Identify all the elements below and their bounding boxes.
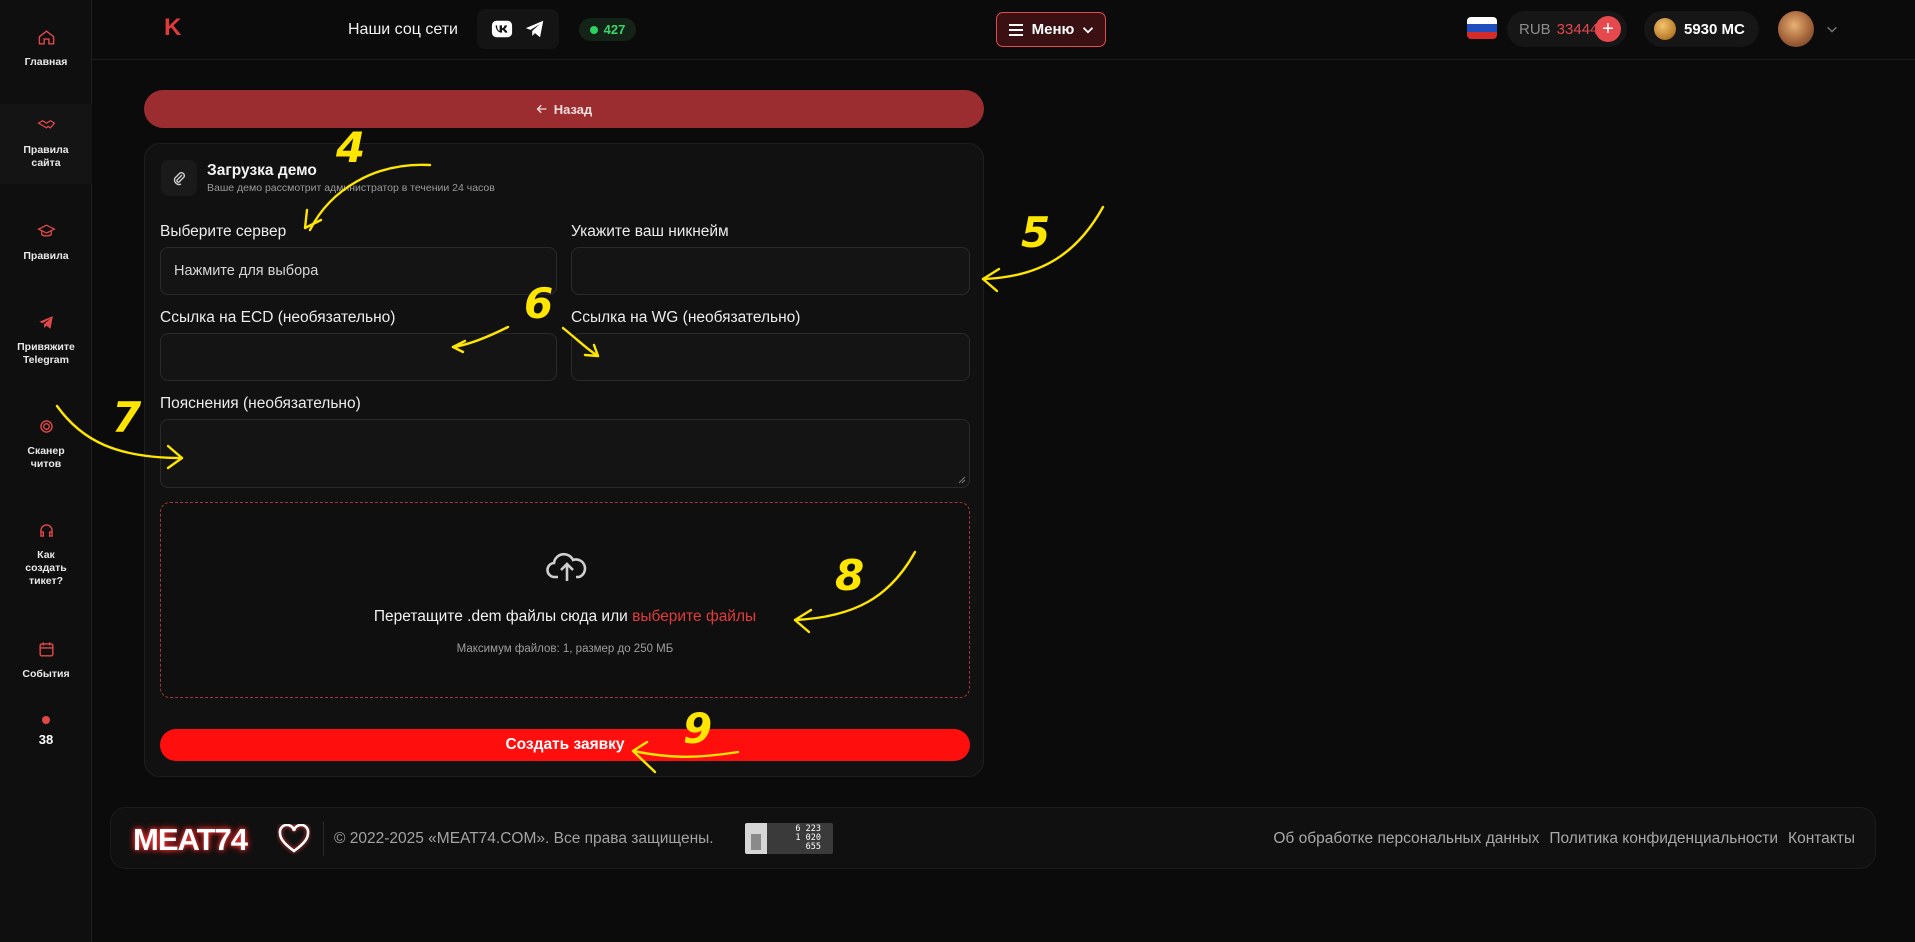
sidebar-item-ticket-help[interactable]: Как создать тикет? bbox=[0, 521, 92, 596]
resize-handle-icon[interactable] bbox=[958, 476, 966, 484]
server-label: Выберите сервер bbox=[160, 223, 287, 240]
choose-files-link[interactable]: выберите файлы bbox=[632, 608, 756, 625]
sidebar-item-telegram[interactable]: Привяжите Telegram bbox=[0, 313, 92, 373]
currency-label: RUB bbox=[1519, 20, 1551, 38]
social-links bbox=[477, 9, 559, 49]
nickname-input[interactable] bbox=[571, 247, 970, 295]
create-request-button[interactable]: Создать заявку bbox=[160, 729, 970, 761]
annotation-arrow-5 bbox=[981, 205, 1105, 281]
sidebar-item-label: Правила bbox=[23, 250, 69, 262]
graduation-cap-icon bbox=[36, 224, 56, 237]
status-dot bbox=[42, 716, 50, 724]
footer-logo[interactable]: MEAT74 bbox=[133, 822, 248, 858]
back-button[interactable]: Назад bbox=[144, 90, 984, 128]
sidebar-item-home[interactable]: Главная bbox=[0, 28, 92, 88]
online-counter: 427 bbox=[579, 18, 636, 41]
sidebar-item-rules[interactable]: Правила bbox=[0, 222, 92, 272]
sidebar-item-label: Привяжите Telegram bbox=[17, 341, 75, 366]
attachment-icon bbox=[161, 160, 197, 196]
top-up-button[interactable]: + bbox=[1595, 16, 1621, 42]
drop-text-main: Перетащите .dem файлы сюда или bbox=[373, 608, 628, 625]
mc-balance-pill: 5930 MC bbox=[1644, 11, 1759, 47]
drop-text: Перетащите .dem файлы сюда или выберите … bbox=[161, 608, 969, 626]
top-header: K Наши соц сети 427 Меню RUB 33444 + 593… bbox=[92, 0, 1915, 60]
copyright: © 2022-2025 «MEAT74.COM». Все права защи… bbox=[334, 830, 714, 847]
home-icon bbox=[38, 30, 54, 45]
sidebar-item-site-rules[interactable]: Правила сайта bbox=[0, 104, 92, 184]
sidebar-item-label: Сканер читов bbox=[27, 445, 65, 470]
footer-link-personal-data[interactable]: Об обработке персональных данных bbox=[1273, 830, 1539, 848]
scanner-icon bbox=[39, 420, 53, 433]
footer-link-contacts[interactable]: Контакты bbox=[1788, 830, 1855, 848]
telegram-icon bbox=[38, 316, 53, 329]
card-title: Загрузка демо bbox=[207, 162, 317, 179]
arrow-left-icon bbox=[536, 104, 547, 114]
balance-value: 33444 bbox=[1556, 20, 1599, 38]
menu-button[interactable]: Меню bbox=[996, 12, 1106, 47]
app-root: Главная Правила сайта Правила Привяжите … bbox=[0, 0, 1915, 942]
heart-icon bbox=[278, 824, 310, 853]
footer-divider bbox=[323, 822, 324, 856]
sidebar: Главная Правила сайта Правила Привяжите … bbox=[0, 0, 92, 942]
visit-counter[interactable]: 6 223 1 020 655 bbox=[745, 823, 833, 854]
coin-icon bbox=[1654, 18, 1676, 40]
notes-textarea[interactable] bbox=[160, 419, 970, 488]
menu-label: Меню bbox=[1031, 21, 1075, 38]
balance-pill: RUB 33444 + bbox=[1507, 11, 1627, 47]
headset-icon bbox=[39, 524, 53, 537]
cloud-upload-icon bbox=[546, 552, 587, 581]
telegram-icon[interactable] bbox=[524, 18, 546, 40]
nickname-label: Укажите ваш никнейм bbox=[571, 223, 729, 240]
sidebar-item-label: Правила сайта bbox=[23, 144, 69, 169]
hamburger-icon bbox=[1008, 23, 1023, 36]
ecd-label: Ссылка на ECD (необязательно) bbox=[160, 309, 396, 326]
sidebar-item-label: Главная bbox=[24, 56, 68, 68]
calendar-icon bbox=[38, 642, 54, 657]
server-select[interactable]: Нажмите для выбора bbox=[160, 247, 557, 295]
wg-link-input[interactable] bbox=[571, 333, 970, 381]
social-label: Наши соц сети bbox=[348, 21, 458, 38]
file-dropzone[interactable]: Перетащите .dem файлы сюда или выберите … bbox=[160, 502, 970, 698]
footer-links: Об обработке персональных данных Политик… bbox=[1273, 830, 1855, 848]
language-flag-icon[interactable] bbox=[1467, 17, 1497, 39]
sidebar-item-scanner[interactable]: Сканер читов bbox=[0, 417, 92, 477]
avatar[interactable] bbox=[1778, 11, 1814, 47]
sidebar-item-label: События bbox=[22, 668, 70, 680]
handshake-icon bbox=[36, 120, 55, 129]
ecd-link-input[interactable] bbox=[160, 333, 557, 381]
online-count: 427 bbox=[603, 22, 626, 37]
notes-label: Пояснения (необязательно) bbox=[160, 395, 361, 412]
sidebar-item-label: Как создать тикет? bbox=[25, 549, 67, 587]
footer-link-privacy[interactable]: Политика конфиденциальности bbox=[1549, 830, 1778, 848]
mc-value: 5930 MC bbox=[1684, 20, 1745, 38]
sidebar-item-events[interactable]: События bbox=[0, 640, 92, 685]
annotation-label-7: 7 bbox=[112, 393, 142, 442]
chevron-down-icon bbox=[1083, 26, 1094, 34]
site-logo[interactable]: K bbox=[164, 14, 181, 42]
counter-chart-icon bbox=[751, 834, 761, 850]
sidebar-count: 38 bbox=[38, 732, 54, 747]
wg-label: Ссылка на WG (необязательно) bbox=[571, 309, 801, 326]
drop-hint: Максимум файлов: 1, размер до 250 МБ bbox=[456, 643, 674, 655]
online-dot bbox=[589, 25, 598, 34]
chevron-down-icon[interactable] bbox=[1825, 22, 1839, 36]
demo-upload-card: Загрузка демо Ваше демо рассмотрит админ… bbox=[144, 143, 984, 777]
vk-icon[interactable] bbox=[491, 18, 513, 40]
card-subtitle: Ваше демо рассмотрит администратор в теч… bbox=[207, 182, 495, 194]
footer: MEAT74 © 2022-2025 «MEAT74.COM». Все пра… bbox=[110, 807, 1876, 869]
annotation-label-5: 5 bbox=[1021, 208, 1050, 257]
back-label: Назад bbox=[553, 101, 593, 117]
